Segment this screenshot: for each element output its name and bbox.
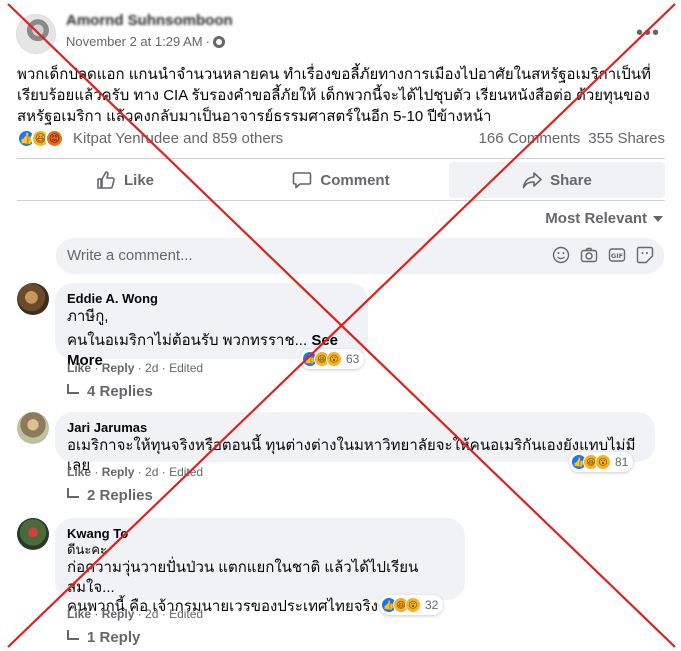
caret-down-icon [653, 215, 663, 222]
engagement-counts: 166 Comments 355 Shares [479, 130, 665, 147]
comment-sort-dropdown[interactable]: Most Relevant [545, 210, 663, 227]
comment-reply-link[interactable]: Reply [102, 361, 135, 375]
reaction-count: 63 [346, 352, 360, 366]
commenter-name[interactable]: Kwang To [67, 526, 453, 542]
composer-icons: GIF [552, 246, 654, 264]
edited-label: Edited [169, 465, 204, 479]
replies-count: 2 Replies [87, 487, 153, 504]
post-header: Amornd Suhnsomboon November 2 at 1:29 AM… [14, 10, 674, 56]
post-meta: November 2 at 1:29 AM · [66, 34, 225, 49]
emoji-icon[interactable] [552, 246, 570, 264]
comment-text-line: คนในอเมริกาไม่ต้อนรับ พวกทรราช... [67, 332, 308, 349]
commenter-avatar[interactable] [17, 412, 49, 444]
divider-top [17, 158, 665, 159]
more-options-icon[interactable]: ••• [636, 22, 660, 45]
svg-text:GIF: GIF [611, 252, 623, 260]
sort-label: Most Relevant [545, 210, 647, 227]
comment-input[interactable]: Write a comment... GIF [56, 238, 664, 274]
comment-actions: Like · Reply · 2d · Edited [67, 465, 204, 479]
edited-label: Edited [169, 607, 204, 621]
comment-text-line: ภาษีกู, [67, 308, 109, 325]
comment-reactions[interactable]: 👍 😆 😮 63 [300, 349, 365, 369]
comment-reply-link[interactable]: Reply [102, 607, 135, 621]
view-replies-link[interactable]: 2 Replies [67, 487, 153, 504]
share-label: Share [550, 171, 592, 189]
replies-count: 4 Replies [87, 383, 153, 400]
post-timestamp[interactable]: November 2 at 1:29 AM [66, 34, 203, 49]
angry-reaction-icon: 😡 [45, 128, 64, 148]
comment-like-link[interactable]: Like [67, 607, 91, 621]
comment-item: Kwang To ดีนะคะ ก่อความวุ่นวายปั่นป่วน แ… [17, 518, 667, 648]
sticker-icon[interactable] [636, 246, 654, 264]
comment-label: Comment [320, 171, 390, 189]
comment-placeholder: Write a comment... [67, 247, 193, 264]
reply-arrow-icon [67, 487, 79, 498]
reply-arrow-icon [67, 629, 79, 640]
wow-reaction-icon: 😮 [326, 351, 342, 367]
post-text: พวกเด็กปลดแอก แกนนำจำนวนหลายคน ทำเรื่องข… [17, 66, 651, 125]
comment-text-line: ก่อความวุ่นวายปั่นป่วน แตกแยกในชาติ แล้ว… [67, 559, 419, 596]
comment-time[interactable]: 2d [145, 465, 158, 479]
comment-time[interactable]: 2d [145, 361, 158, 375]
reaction-icons[interactable]: 👍 😆 😡 [17, 128, 64, 148]
comment-reply-link[interactable]: Reply [102, 465, 135, 479]
comment-bubble: Kwang To ดีนะคะ ก่อความวุ่นวายปั่นป่วน แ… [55, 518, 465, 615]
like-label: Like [123, 171, 154, 189]
post-actions: Like Comment Share [17, 162, 665, 198]
author-name[interactable]: Amornd Suhnsomboon [66, 12, 233, 29]
view-replies-link[interactable]: 1 Reply [67, 629, 140, 646]
like-button[interactable]: Like [17, 162, 233, 198]
meta-separator: · [205, 34, 210, 49]
commenter-name[interactable]: Eddie A. Wong [67, 291, 356, 307]
commenter-avatar[interactable] [17, 518, 49, 550]
gif-icon[interactable]: GIF [608, 246, 626, 264]
divider-bottom [17, 200, 665, 201]
globe-icon [212, 35, 225, 48]
reply-arrow-icon [67, 383, 79, 394]
reaction-count: 81 [615, 455, 629, 469]
comments-count[interactable]: 166 Comments [479, 130, 581, 147]
view-replies-link[interactable]: 4 Replies [67, 383, 153, 400]
comment-reactions[interactable]: 👍 😆 😮 81 [569, 452, 634, 472]
edited-label: Edited [169, 361, 204, 375]
reactions-bar: 👍 😆 😡 Kitpat Yenrudee and 859 others 166… [17, 126, 665, 150]
comment-text-line: ดีนะคะ [67, 542, 107, 557]
reaction-count: 32 [425, 598, 439, 612]
comment-button[interactable]: Comment [233, 162, 449, 198]
comment-item: Eddie A. Wong ภาษีกู, คนในอเมริกาไม่ต้อน… [17, 283, 667, 403]
share-icon [522, 172, 542, 189]
comment-like-link[interactable]: Like [67, 361, 91, 375]
author-avatar[interactable] [16, 14, 56, 54]
reaction-names[interactable]: Kitpat Yenrudee and 859 others [73, 130, 283, 147]
comment-bubble: Jari Jarumas อเมริกาจะให้ทุนจริงหรือตอนน… [55, 412, 655, 474]
commenter-name[interactable]: Jari Jarumas [67, 420, 643, 436]
thumbs-up-icon [97, 171, 115, 189]
comment-actions: Like · Reply · 2d · Edited [67, 361, 204, 375]
wow-reaction-icon: 😮 [595, 454, 611, 470]
comment-bubble: Eddie A. Wong ภาษีกู, คนในอเมริกาไม่ต้อน… [55, 283, 368, 369]
comment-reactions[interactable]: 👍 😆 😮 32 [379, 595, 444, 615]
shares-count[interactable]: 355 Shares [588, 130, 665, 147]
replies-count: 1 Reply [87, 629, 141, 646]
comment-actions: Like · Reply · 2d · Edited [67, 607, 204, 621]
commenter-avatar[interactable] [17, 283, 49, 315]
comment-item: Jari Jarumas อเมริกาจะให้ทุนจริงหรือตอนน… [17, 412, 667, 512]
camera-icon[interactable] [580, 246, 598, 264]
wow-reaction-icon: 😮 [405, 597, 421, 613]
comment-icon [293, 172, 312, 189]
comment-like-link[interactable]: Like [67, 465, 91, 479]
comment-time[interactable]: 2d [145, 607, 158, 621]
share-button[interactable]: Share [449, 162, 665, 198]
